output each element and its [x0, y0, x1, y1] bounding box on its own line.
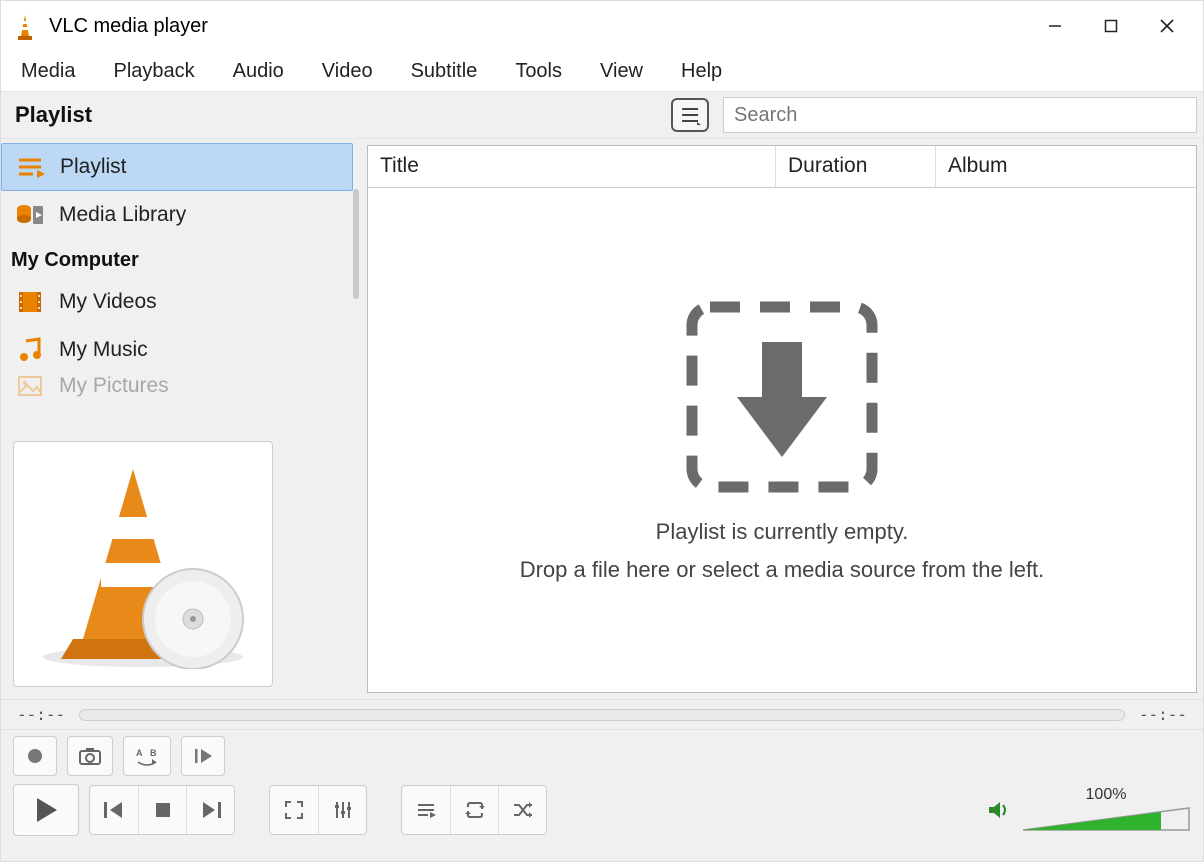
shuffle-button[interactable] — [498, 786, 546, 834]
stop-button[interactable] — [138, 786, 186, 834]
play-icon — [33, 796, 59, 824]
vlc-cone-disc-icon — [33, 459, 253, 669]
controls-panel: AB 100% — [1, 729, 1203, 861]
minimize-button[interactable] — [1027, 6, 1083, 46]
sidebar: Playlist Media Library My Computer My Vi… — [1, 139, 361, 699]
titlebar: VLC media player — [1, 1, 1203, 51]
menu-audio[interactable]: Audio — [223, 54, 294, 89]
main-area: Playlist Media Library My Computer My Vi… — [1, 139, 1203, 699]
volume-percent-label: 100% — [1086, 786, 1127, 804]
column-header-duration[interactable]: Duration — [776, 146, 936, 187]
sidebar-item-label: My Videos — [59, 290, 157, 314]
album-art-placeholder — [13, 441, 273, 687]
loop-ab-button[interactable]: AB — [123, 736, 171, 776]
search-input[interactable] — [723, 97, 1197, 133]
window-controls — [1027, 6, 1195, 46]
playlist-toolbar: Playlist — [1, 91, 1203, 139]
snapshot-button[interactable] — [67, 736, 113, 776]
sidebar-item-label: Media Library — [59, 203, 186, 227]
seek-slider[interactable] — [79, 709, 1125, 721]
sidebar-section-my-computer: My Computer — [1, 239, 353, 278]
shuffle-icon — [511, 800, 535, 820]
elapsed-time: --:-- — [17, 705, 65, 724]
menu-view[interactable]: View — [590, 54, 653, 89]
view-controls-group — [269, 785, 367, 835]
toggle-playlist-button[interactable] — [402, 786, 450, 834]
empty-message-line1: Playlist is currently empty. — [656, 519, 909, 545]
frame-step-icon — [192, 746, 214, 766]
fullscreen-icon — [283, 799, 305, 821]
volume-area: 100% — [987, 786, 1191, 834]
playlist-icon — [16, 152, 46, 182]
seek-bar-row: --:-- --:-- — [1, 699, 1203, 729]
menu-help[interactable]: Help — [671, 54, 732, 89]
menu-subtitle[interactable]: Subtitle — [401, 54, 488, 89]
column-header-album[interactable]: Album — [936, 146, 1196, 187]
sidebar-item-playlist[interactable]: Playlist — [1, 143, 353, 191]
frame-step-button[interactable] — [181, 736, 225, 776]
playlist-heading: Playlist — [1, 102, 361, 128]
stop-icon — [154, 801, 172, 819]
menu-video[interactable]: Video — [312, 54, 383, 89]
sidebar-item-my-pictures[interactable]: My Pictures — [1, 374, 353, 398]
music-icon — [15, 335, 45, 365]
svg-text:A: A — [136, 748, 143, 758]
playlist-empty-drop-zone[interactable]: Playlist is currently empty. Drop a file… — [368, 188, 1196, 692]
sidebar-item-my-music[interactable]: My Music — [1, 326, 353, 374]
list-view-icon — [679, 105, 701, 125]
previous-icon — [102, 800, 126, 820]
pictures-icon — [15, 374, 45, 398]
speaker-icon[interactable] — [987, 799, 1013, 821]
close-button[interactable] — [1139, 6, 1195, 46]
svg-text:B: B — [150, 748, 157, 758]
vlc-cone-icon — [13, 14, 37, 38]
playback-nav-group — [89, 785, 235, 835]
next-button[interactable] — [186, 786, 234, 834]
volume-slider[interactable] — [1021, 806, 1191, 834]
record-icon — [25, 746, 45, 766]
media-library-icon — [15, 200, 45, 230]
playlist-column-headers: Title Duration Album — [368, 146, 1196, 188]
next-icon — [199, 800, 223, 820]
loop-icon — [463, 800, 487, 820]
sidebar-item-label: My Pictures — [59, 374, 169, 398]
menu-tools[interactable]: Tools — [505, 54, 572, 89]
extended-settings-button[interactable] — [318, 786, 366, 834]
fullscreen-button[interactable] — [270, 786, 318, 834]
sidebar-scrollbar[interactable] — [353, 189, 359, 299]
previous-button[interactable] — [90, 786, 138, 834]
remaining-time: --:-- — [1139, 705, 1187, 724]
window-title: VLC media player — [49, 15, 1027, 38]
playlist-view-toggle-button[interactable] — [671, 98, 709, 132]
sidebar-item-my-videos[interactable]: My Videos — [1, 278, 353, 326]
record-button[interactable] — [13, 736, 57, 776]
video-icon — [15, 287, 45, 317]
loop-button[interactable] — [450, 786, 498, 834]
playlist-pane: Title Duration Album Playlist is current… — [367, 145, 1197, 693]
equalizer-icon — [332, 799, 354, 821]
menu-media[interactable]: Media — [11, 54, 85, 89]
loop-ab-icon: AB — [134, 746, 160, 766]
search-box — [723, 97, 1203, 133]
sidebar-item-media-library[interactable]: Media Library — [1, 191, 353, 239]
menu-playback[interactable]: Playback — [103, 54, 204, 89]
menubar: Media Playback Audio Video Subtitle Tool… — [1, 51, 1203, 91]
playlist-controls-group — [401, 785, 547, 835]
play-button[interactable] — [13, 784, 79, 836]
sidebar-item-label: Playlist — [60, 155, 127, 179]
sidebar-item-label: My Music — [59, 338, 148, 362]
camera-icon — [78, 746, 102, 766]
drop-arrow-icon — [682, 297, 882, 497]
playlist-toggle-icon — [415, 800, 437, 820]
maximize-button[interactable] — [1083, 6, 1139, 46]
column-header-title[interactable]: Title — [368, 146, 776, 187]
empty-message-line2: Drop a file here or select a media sourc… — [520, 557, 1045, 583]
